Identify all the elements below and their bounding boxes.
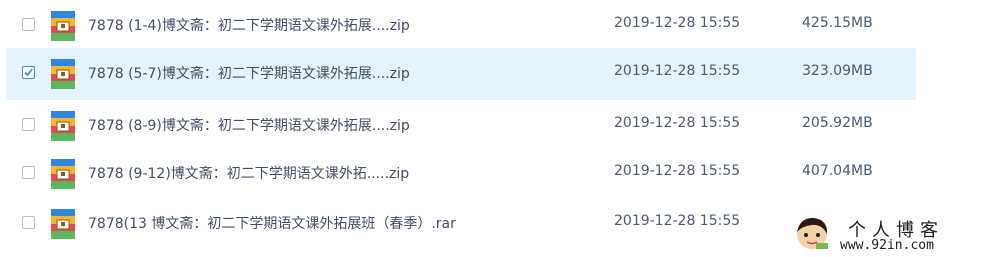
archive-file-icon [51,59,75,89]
row-checkbox[interactable] [22,166,35,179]
file-date: 2019-12-28 15:55 [614,15,741,31]
row-checkbox[interactable] [22,18,35,31]
file-date: 2019-12-28 15:55 [614,213,741,229]
file-date: 2019-12-28 15:55 [614,63,741,79]
file-name[interactable]: 7878(13 博文斋：初二下学期语文课外拓展班（春季）.rar [88,213,456,233]
row-checkbox[interactable] [22,66,35,79]
file-row[interactable]: 7878 (9-12)博文斋：初二下学期语文课外拓.....zip 2019-1… [6,148,916,200]
blog-watermark: 个人博客 www.92in.com [790,214,980,254]
archive-file-icon [51,11,75,41]
archive-file-icon [51,159,75,189]
row-checkbox[interactable] [22,216,35,229]
file-name[interactable]: 7878 (5-7)博文斋：初二下学期语文课外拓展....zip [88,63,410,83]
file-row[interactable]: 7878 (1-4)博文斋：初二下学期语文课外拓展....zip 2019-12… [6,0,916,52]
archive-file-icon [51,209,75,239]
file-size: 205.92MB [802,115,873,131]
file-row[interactable]: 7878(13 博文斋：初二下学期语文课外拓展班（春季）.rar 2019-12… [6,198,916,250]
file-name[interactable]: 7878 (1-4)博文斋：初二下学期语文课外拓展....zip [88,15,410,35]
file-date: 2019-12-28 15:55 [614,163,741,179]
watermark-url: www.92in.com [840,238,934,253]
file-row[interactable]: 7878 (8-9)博文斋：初二下学期语文课外拓展....zip 2019-12… [6,100,916,152]
file-name[interactable]: 7878 (9-12)博文斋：初二下学期语文课外拓.....zip [88,163,409,183]
file-name[interactable]: 7878 (8-9)博文斋：初二下学期语文课外拓展....zip [88,115,410,135]
row-checkbox[interactable] [22,118,35,131]
file-size: 425.15MB [802,15,873,31]
avatar-icon [797,217,828,249]
file-row-selected[interactable]: 7878 (5-7)博文斋：初二下学期语文课外拓展....zip 2019-12… [6,48,916,100]
file-size: 407.04MB [802,163,873,179]
archive-file-icon [51,111,75,141]
checkmark-icon [24,68,33,77]
file-date: 2019-12-28 15:55 [614,115,741,131]
file-size: 323.09MB [802,63,873,79]
